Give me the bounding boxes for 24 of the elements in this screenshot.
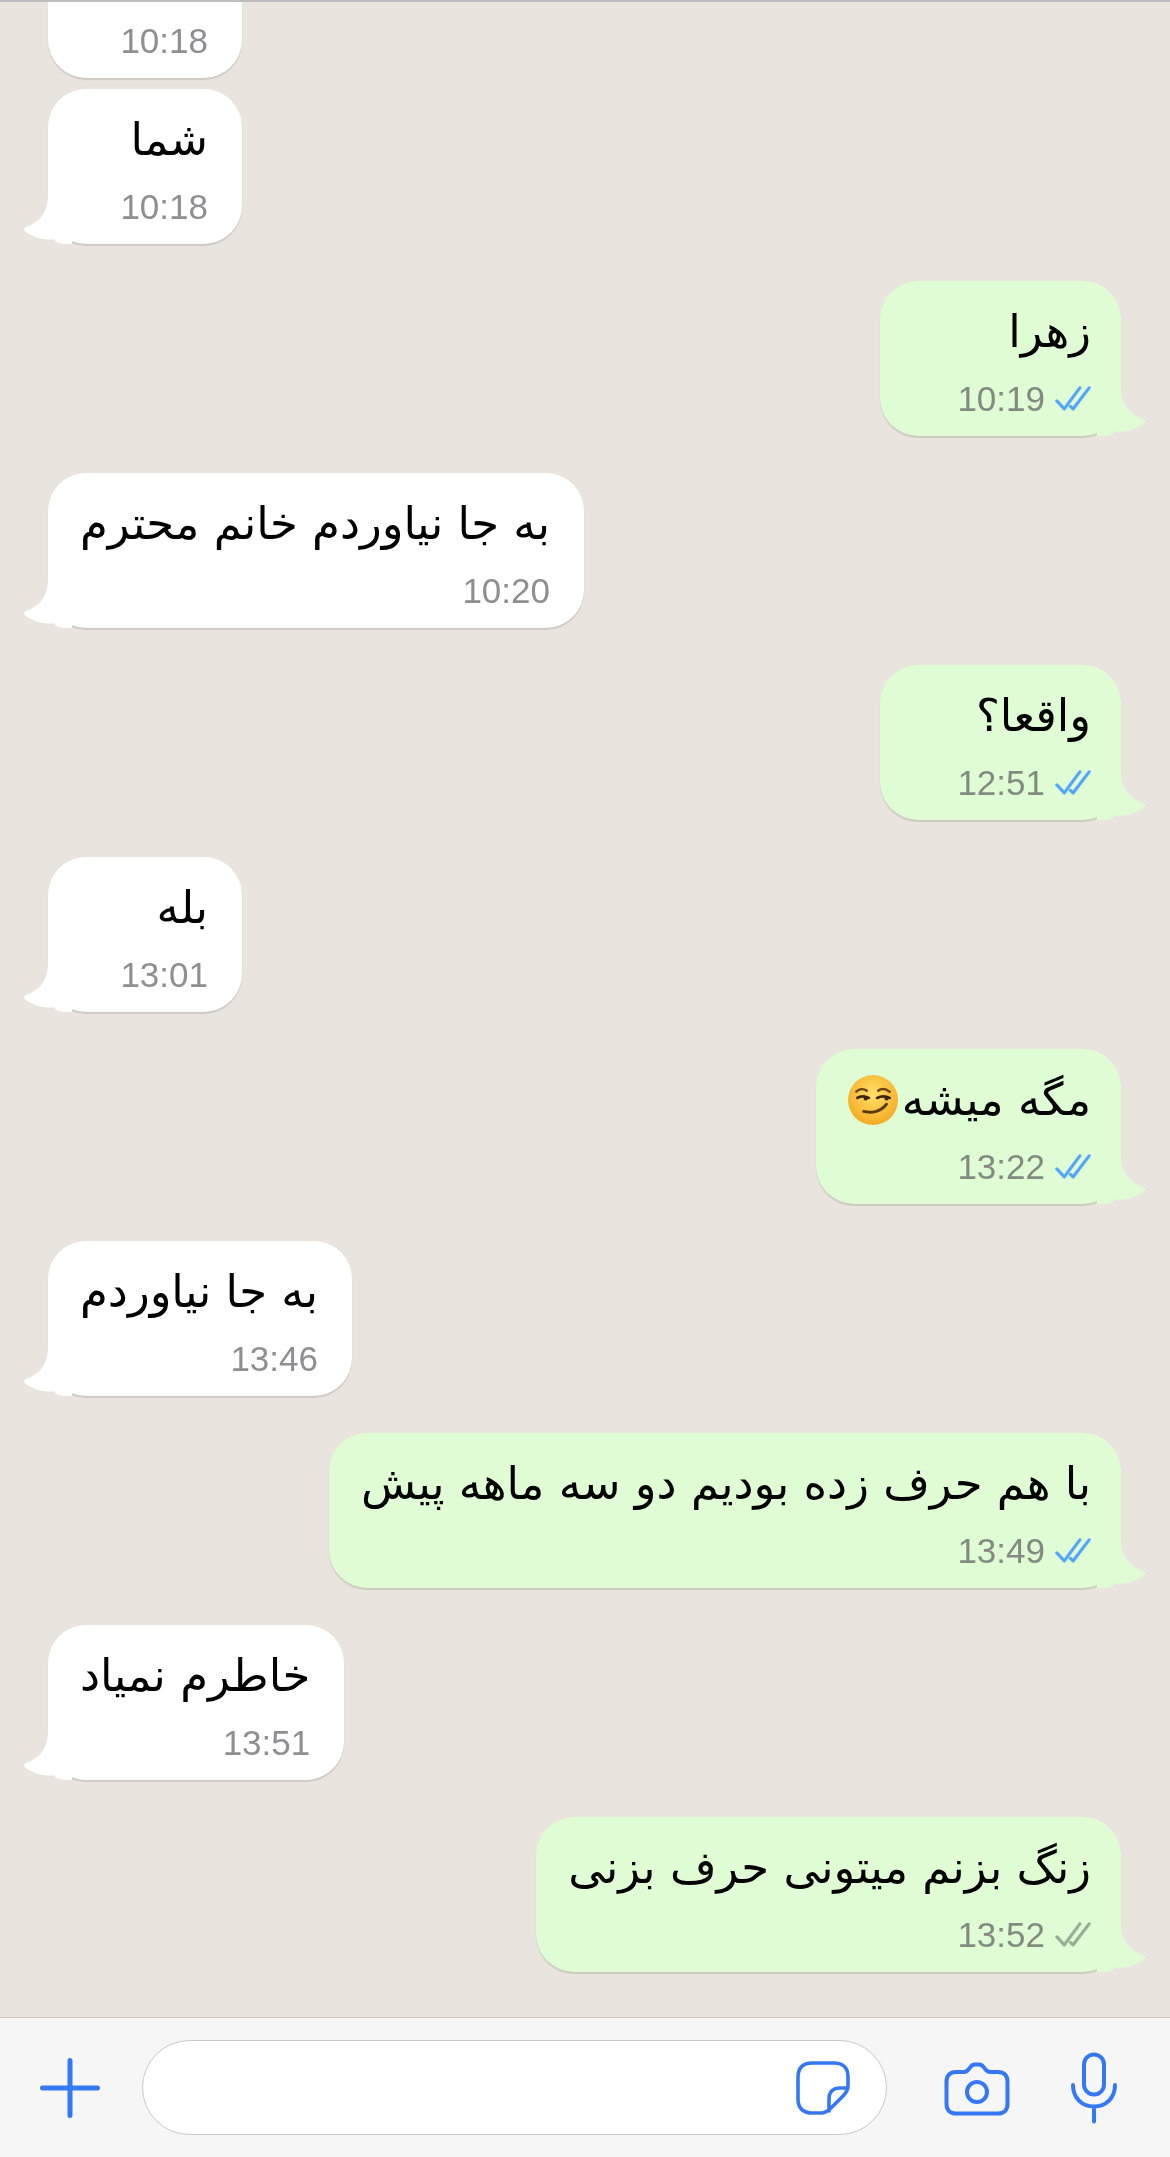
message-text: بله (156, 880, 208, 936)
message-time: 10:18 (120, 189, 208, 225)
message-time: 10:18 (120, 23, 208, 59)
message-time: 13:49 (957, 1533, 1045, 1569)
message-text: شما (130, 112, 208, 168)
microphone-icon[interactable] (1070, 2051, 1118, 2124)
message-time: 13:46 (230, 1341, 318, 1377)
plus-icon[interactable] (40, 2057, 100, 2118)
message-time: 13:51 (222, 1725, 311, 1761)
message-text: با هم حرف زده بودیم دو سه ماهه پیش (360, 1456, 1091, 1512)
message-time: 10:19 (957, 381, 1045, 417)
message-text: زهرا (1008, 304, 1091, 360)
message-text: به جا نیاوردم خانم محترم (80, 496, 550, 552)
message-text: مگه میشه (901, 1072, 1091, 1128)
message-text: زنگ بزنم میتونی حرف بزنی (568, 1840, 1091, 1896)
message-time: 13:01 (120, 957, 208, 993)
message-text: واقعا؟ (975, 688, 1091, 744)
message-time: 13:52 (957, 1917, 1045, 1953)
message-text: به جا نیاوردم (80, 1264, 318, 1320)
message-time: 10:20 (462, 573, 550, 609)
sticker-icon[interactable] (796, 2060, 850, 2115)
message-text: خاطرم نمیاد (80, 1648, 311, 1704)
message-time: 13:22 (957, 1149, 1045, 1185)
message-time: 12:51 (957, 765, 1045, 801)
